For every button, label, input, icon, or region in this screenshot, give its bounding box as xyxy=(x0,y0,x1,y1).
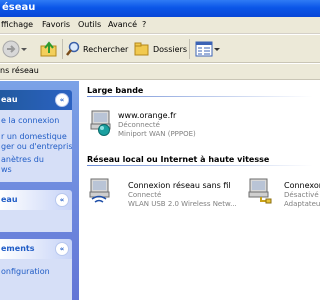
search-button[interactable]: Rechercher xyxy=(66,39,128,59)
connections-view: Large bande www.orange.fr Déconnecté Min… xyxy=(79,81,320,300)
collapse-chevron-icon[interactable]: « xyxy=(55,93,69,107)
connection-device: Adaptateur xyxy=(284,200,320,208)
panel-title: eau xyxy=(1,95,18,104)
network-tasks-header[interactable]: eau « xyxy=(0,90,72,110)
task-pane: eau « e la connexion r un domestique ger… xyxy=(0,81,79,300)
task-home-network[interactable]: r un domestique xyxy=(1,132,67,141)
task-parameters[interactable]: anètres du xyxy=(1,155,44,164)
toolbar: Rechercher Dossiers xyxy=(0,35,320,63)
menu-help[interactable]: ? xyxy=(142,20,146,29)
menu-advanced[interactable]: Avancé xyxy=(108,20,137,29)
collapse-chevron-icon[interactable]: « xyxy=(55,242,69,256)
views-button[interactable] xyxy=(195,39,221,59)
menu-view[interactable]: ffichage xyxy=(1,20,33,29)
details-body: onfiguration xyxy=(0,259,72,300)
connection-name[interactable]: Connexion réseau sans fil xyxy=(128,181,231,190)
group-divider xyxy=(87,96,313,97)
folders-button[interactable]: Dossiers xyxy=(134,39,187,59)
address-bar[interactable]: ns réseau xyxy=(0,64,320,80)
chevron-down-icon xyxy=(21,48,27,51)
wireless-connection-icon[interactable] xyxy=(88,177,114,207)
connection-device: Miniport WAN (PPPOE) xyxy=(118,130,196,138)
connection-status: Connecté xyxy=(128,191,162,199)
forward-button[interactable] xyxy=(2,39,28,59)
broadband-connection-icon[interactable] xyxy=(89,109,115,139)
connection-status: Déconnecté xyxy=(118,121,160,129)
title-bar: éseau xyxy=(0,0,320,17)
task-windows[interactable]: ws xyxy=(1,165,12,174)
folders-icon xyxy=(134,42,149,56)
other-places-header[interactable]: eau « xyxy=(0,190,72,210)
connection-name[interactable]: www.orange.fr xyxy=(118,111,176,120)
group-header-broadband: Large bande xyxy=(87,86,144,95)
address-text: ns réseau xyxy=(0,66,39,75)
folder-up-icon xyxy=(40,41,57,57)
connection-device: WLAN USB 2.0 Wireless Netw... xyxy=(128,200,237,208)
task-business-network[interactable]: ger ou d'entreprise xyxy=(1,142,72,151)
group-header-lan: Réseau local ou Internet à haute vitesse xyxy=(87,155,270,164)
connection-name[interactable]: Connexon xyxy=(284,181,320,190)
toolbar-separator xyxy=(189,39,190,59)
collapse-chevron-icon[interactable]: « xyxy=(55,193,69,207)
views-icon xyxy=(195,41,213,57)
menu-favorites[interactable]: Favoris xyxy=(42,20,70,29)
search-icon xyxy=(66,41,80,56)
menu-tools[interactable]: Outils xyxy=(78,20,101,29)
chevron-down-icon xyxy=(214,48,220,51)
details-header[interactable]: ements « xyxy=(0,239,72,259)
connection-status: Désactivé xyxy=(284,191,319,199)
other-places-body xyxy=(0,210,72,232)
task-configuration[interactable]: onfiguration xyxy=(1,267,50,276)
folders-label: Dossiers xyxy=(153,44,187,54)
menu-bar: ffichage Favoris Outils Avancé ? xyxy=(0,17,320,34)
lan-connection-icon[interactable] xyxy=(247,177,273,207)
search-label: Rechercher xyxy=(83,44,129,54)
toolbar-separator xyxy=(62,39,63,59)
group-divider xyxy=(87,165,313,166)
forward-arrow-icon xyxy=(2,40,20,58)
window-title: éseau xyxy=(2,2,36,13)
up-folder-button[interactable] xyxy=(40,39,58,59)
panel-title: eau xyxy=(1,195,18,204)
task-connection[interactable]: e la connexion xyxy=(1,116,59,125)
panel-title: ements xyxy=(1,244,35,253)
network-tasks-body: e la connexion r un domestique ger ou d'… xyxy=(0,110,72,182)
